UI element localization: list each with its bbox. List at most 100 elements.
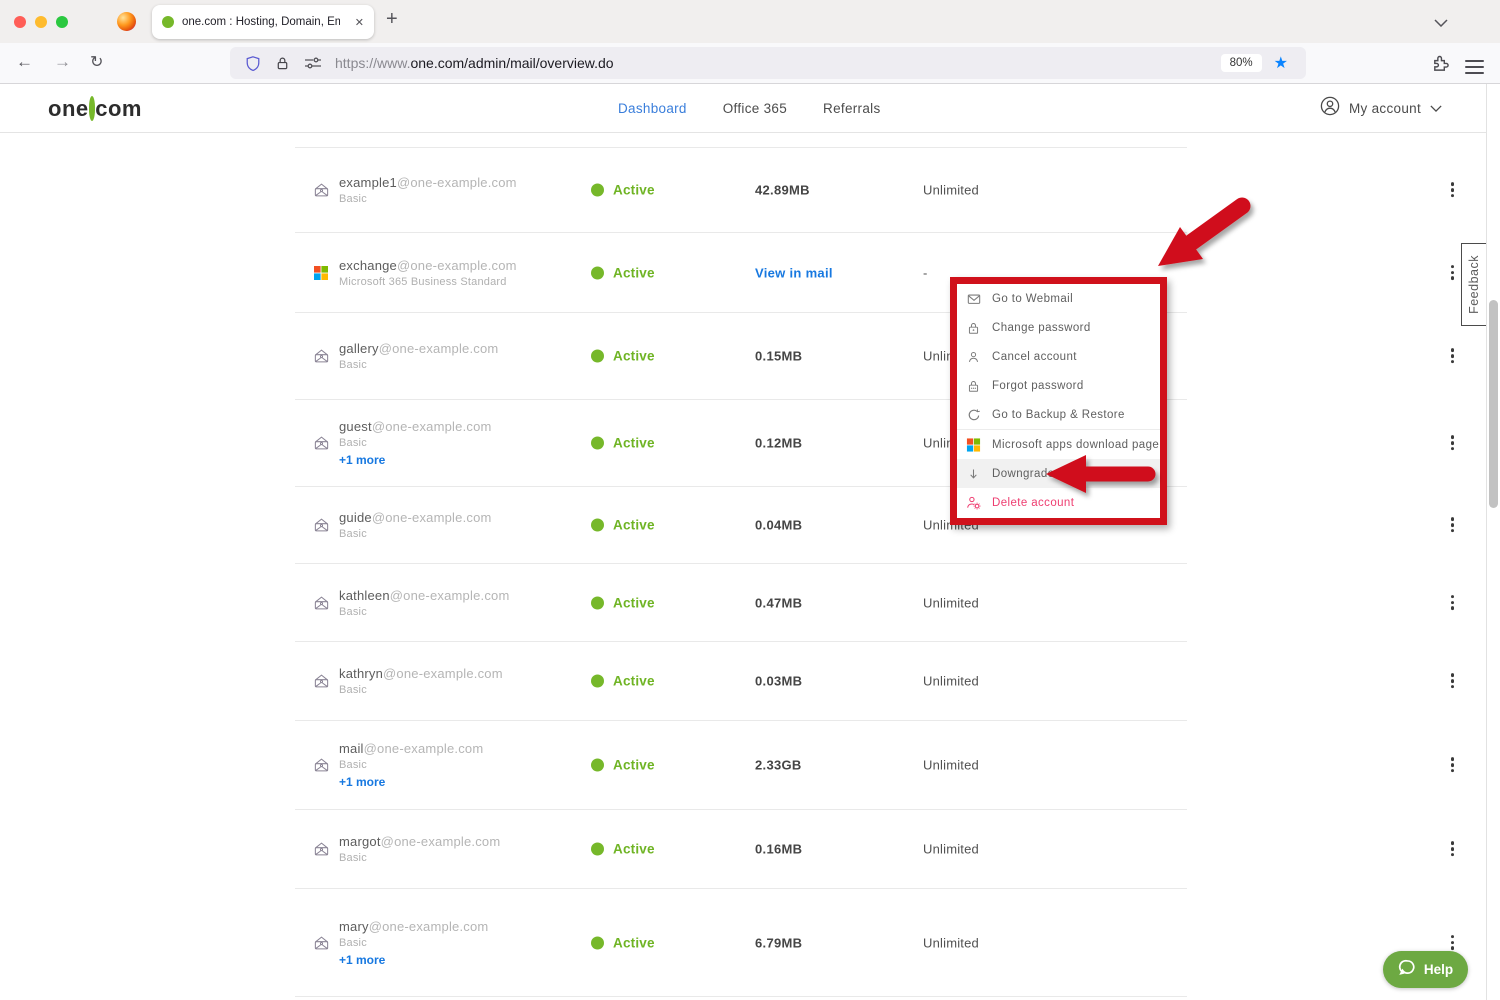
firefox-icon <box>117 12 136 31</box>
envelope-icon <box>966 292 981 306</box>
plan-label: Basic <box>339 759 483 771</box>
status-label: Active <box>613 349 655 364</box>
restore-icon <box>966 408 981 422</box>
plan-label: Basic <box>339 684 503 696</box>
url-bar[interactable]: https://www.one.com/admin/mail/overview.… <box>230 47 1306 79</box>
lock-icon[interactable] <box>275 56 290 71</box>
more-link[interactable]: +1 more <box>339 453 492 467</box>
url-text: https://www.one.com/admin/mail/overview.… <box>335 55 614 71</box>
mail-accounts-table: example1@one-example.com Basic Active 42.89… <box>295 147 1187 997</box>
quota-value: Unlimited <box>923 935 979 950</box>
table-row: margot@one-example.comBasicActive0.16MBU… <box>295 810 1187 889</box>
menu-item-label: Forgot password <box>992 380 1084 392</box>
person-icon <box>966 350 981 364</box>
chat-bubble-icon <box>1398 958 1417 982</box>
permissions-icon[interactable] <box>304 56 322 70</box>
status-dot <box>591 675 604 688</box>
account-chevron-down-icon <box>1430 99 1442 117</box>
nav-dashboard[interactable]: Dashboard <box>618 101 687 116</box>
account-id-cell: kathryn@one-example.com Basic <box>339 642 503 720</box>
menu-item-forgot-password[interactable]: Forgot password <box>957 372 1160 401</box>
row-menu-button[interactable] <box>1447 589 1458 617</box>
row-menu-button[interactable] <box>1447 342 1458 370</box>
hamburger-menu-icon[interactable] <box>1465 56 1484 78</box>
status-cell: Active <box>591 674 655 689</box>
row-menu-button[interactable] <box>1447 667 1458 695</box>
menu-item-cancel-account[interactable]: Cancel account <box>957 342 1160 371</box>
maximize-window-button[interactable] <box>56 16 68 28</box>
row-menu-button[interactable] <box>1447 176 1458 204</box>
mailbox-icon <box>313 594 331 611</box>
menu-item-change-password[interactable]: Change password <box>957 313 1160 342</box>
row-menu-button[interactable] <box>1447 835 1458 863</box>
tracking-protection-shield-icon[interactable] <box>245 55 261 72</box>
more-link[interactable]: +1 more <box>339 953 488 967</box>
more-link[interactable]: +1 more <box>339 775 483 789</box>
menu-item-downgrade[interactable]: Downgrade <box>957 459 1160 488</box>
my-account-menu[interactable]: My account <box>1320 84 1442 132</box>
main-nav: Dashboard Office 365 Referrals <box>618 84 881 132</box>
browser-window: one.com : Hosting, Domain, Ema ✕ + ← → ↻… <box>0 0 1500 1000</box>
close-window-button[interactable] <box>14 16 26 28</box>
account-id-cell: kathleen@one-example.comBasic <box>339 564 509 641</box>
usage-value: 6.79MB <box>755 935 802 950</box>
scrollbar-track[interactable] <box>1486 84 1500 1000</box>
status-cell: Active <box>591 436 655 451</box>
plan-label: Basic <box>339 359 498 371</box>
plan-label: Microsoft 365 Business Standard <box>339 276 517 288</box>
menu-item-microsoft-apps-download-page[interactable]: Microsoft apps download page <box>957 430 1160 459</box>
mailbox-icon <box>313 435 331 452</box>
status-label: Active <box>613 595 655 610</box>
mailbox-icon <box>313 934 331 951</box>
table-row: kathryn@one-example.com Basic Active 0.03MB… <box>295 642 1187 721</box>
menu-item-delete-account[interactable]: Delete account <box>957 488 1160 517</box>
forward-button[interactable]: → <box>54 52 71 72</box>
menu-item-go-to-webmail[interactable]: Go to Webmail <box>957 284 1160 313</box>
mailbox-icon <box>313 673 331 690</box>
menu-item-go-to-backup-restore[interactable]: Go to Backup & Restore <box>957 401 1160 430</box>
row-menu-button[interactable] <box>1447 429 1458 457</box>
usage-value: 42.89MB <box>755 183 810 198</box>
close-tab-icon[interactable]: ✕ <box>355 16 364 29</box>
email-address: mary@one-example.com <box>339 919 488 934</box>
row-menu-button[interactable] <box>1447 511 1458 539</box>
list-tabs-chevron-icon[interactable] <box>1434 14 1448 32</box>
padlock-icon <box>966 321 981 335</box>
email-address: gallery@one-example.com <box>339 341 498 356</box>
status-label: Active <box>613 674 655 689</box>
plan-label: Basic <box>339 437 492 449</box>
site-favicon <box>162 16 174 28</box>
zoom-level-badge[interactable]: 80% <box>1221 54 1262 72</box>
one-com-logo[interactable]: one.com <box>48 96 142 122</box>
status-dot <box>591 184 604 197</box>
email-address: exchange@one-example.com <box>339 258 517 273</box>
row-menu-button[interactable] <box>1447 751 1458 779</box>
menu-item-label: Go to Backup & Restore <box>992 409 1125 421</box>
menu-item-label: Change password <box>992 322 1091 334</box>
menu-item-label: Delete account <box>992 497 1074 509</box>
minimize-window-button[interactable] <box>35 16 47 28</box>
extensions-puzzle-icon[interactable] <box>1431 53 1450 77</box>
nav-office-365[interactable]: Office 365 <box>723 101 787 116</box>
row-menu-button[interactable] <box>1447 259 1458 287</box>
feedback-tab[interactable]: Feedback <box>1461 243 1487 326</box>
email-address: kathryn@one-example.com <box>339 666 503 681</box>
view-in-mail-link[interactable]: View in mail <box>755 265 833 280</box>
scrollbar-thumb[interactable] <box>1489 300 1498 508</box>
status-dot <box>591 519 604 532</box>
nav-referrals[interactable]: Referrals <box>823 101 880 116</box>
new-tab-button[interactable]: + <box>386 8 398 31</box>
status-label: Active <box>613 758 655 773</box>
email-address: example1@one-example.com <box>339 175 517 190</box>
back-button[interactable]: ← <box>16 52 33 72</box>
mailbox-icon <box>313 841 331 858</box>
help-button[interactable]: Help <box>1383 951 1468 988</box>
microsoft-icon <box>313 265 331 281</box>
usage-value: 0.03MB <box>755 674 802 689</box>
reload-button[interactable]: ↻ <box>90 52 103 72</box>
email-address: mail@one-example.com <box>339 741 483 756</box>
arrow-down-icon <box>966 467 981 481</box>
status-label: Active <box>613 842 655 857</box>
browser-tab[interactable]: one.com : Hosting, Domain, Ema ✕ <box>152 5 374 39</box>
bookmark-star-icon[interactable]: ★ <box>1274 53 1288 73</box>
